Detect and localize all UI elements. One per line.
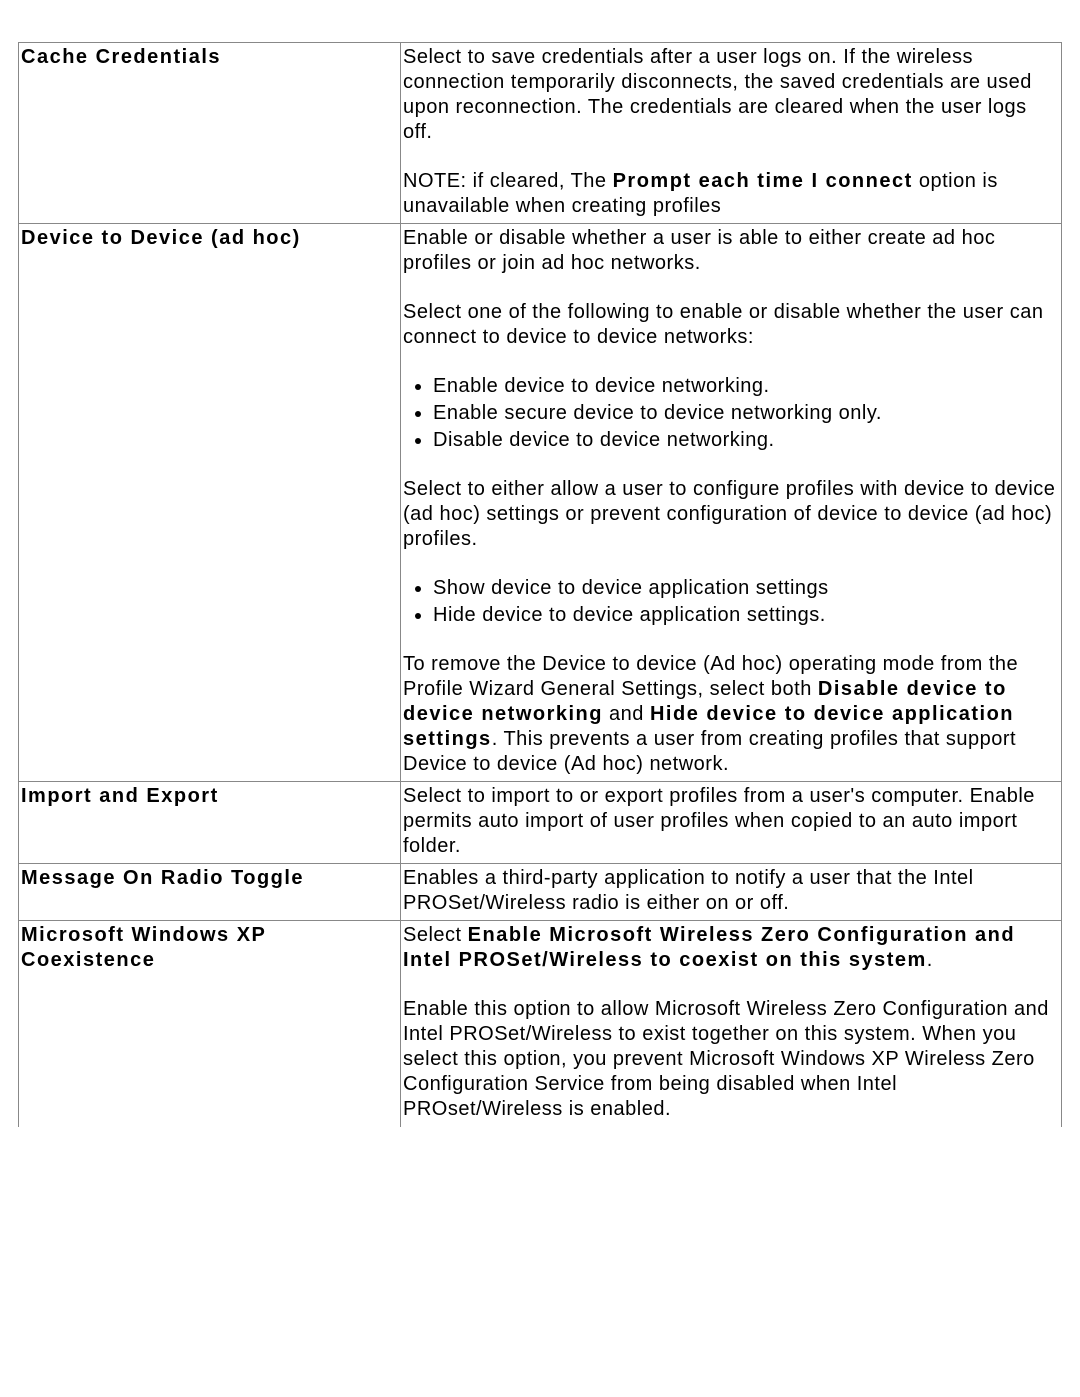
list-item: Enable device to device networking. (433, 374, 1059, 399)
setting-description: Enable or disable whether a user is able… (401, 224, 1062, 782)
paragraph: Select one of the following to enable or… (403, 300, 1059, 350)
setting-description: Enables a third-party application to not… (401, 864, 1062, 921)
setting-name: Message On Radio Toggle (19, 864, 401, 921)
setting-name: Import and Export (19, 782, 401, 864)
paragraph: To remove the Device to device (Ad hoc) … (403, 652, 1059, 777)
list-item: Show device to device application settin… (433, 576, 1059, 601)
paragraph: Enable or disable whether a user is able… (403, 226, 1059, 276)
setting-name: Device to Device (ad hoc) (19, 224, 401, 782)
option-list: Enable device to device networking. Enab… (433, 374, 1059, 453)
table-row: Cache Credentials Select to save credent… (19, 43, 1062, 224)
setting-description: Select Enable Microsoft Wireless Zero Co… (401, 921, 1062, 1127)
paragraph: NOTE: if cleared, The Prompt each time I… (403, 169, 1059, 219)
paragraph: Select Enable Microsoft Wireless Zero Co… (403, 923, 1059, 973)
table-row: Message On Radio Toggle Enables a third-… (19, 864, 1062, 921)
setting-name: Cache Credentials (19, 43, 401, 224)
bold-text: Enable Microsoft Wireless Zero Configura… (403, 924, 1015, 971)
paragraph: Enable this option to allow Microsoft Wi… (403, 997, 1059, 1122)
bold-text: Prompt each time I connect (613, 170, 913, 192)
setting-description: Select to import to or export profiles f… (401, 782, 1062, 864)
paragraph: Enables a third-party application to not… (403, 866, 1059, 916)
setting-description: Select to save credentials after a user … (401, 43, 1062, 224)
table-row: Import and Export Select to import to or… (19, 782, 1062, 864)
option-list: Show device to device application settin… (433, 576, 1059, 628)
list-item: Enable secure device to device networkin… (433, 401, 1059, 426)
paragraph: Select to either allow a user to configu… (403, 477, 1059, 552)
paragraph: Select to import to or export profiles f… (403, 784, 1059, 859)
setting-name: Microsoft Windows XP Coexistence (19, 921, 401, 1127)
settings-table: Cache Credentials Select to save credent… (18, 42, 1062, 1127)
list-item: Hide device to device application settin… (433, 603, 1059, 628)
table-row: Device to Device (ad hoc) Enable or disa… (19, 224, 1062, 782)
table-row: Microsoft Windows XP Coexistence Select … (19, 921, 1062, 1127)
paragraph: Select to save credentials after a user … (403, 45, 1059, 145)
list-item: Disable device to device networking. (433, 428, 1059, 453)
